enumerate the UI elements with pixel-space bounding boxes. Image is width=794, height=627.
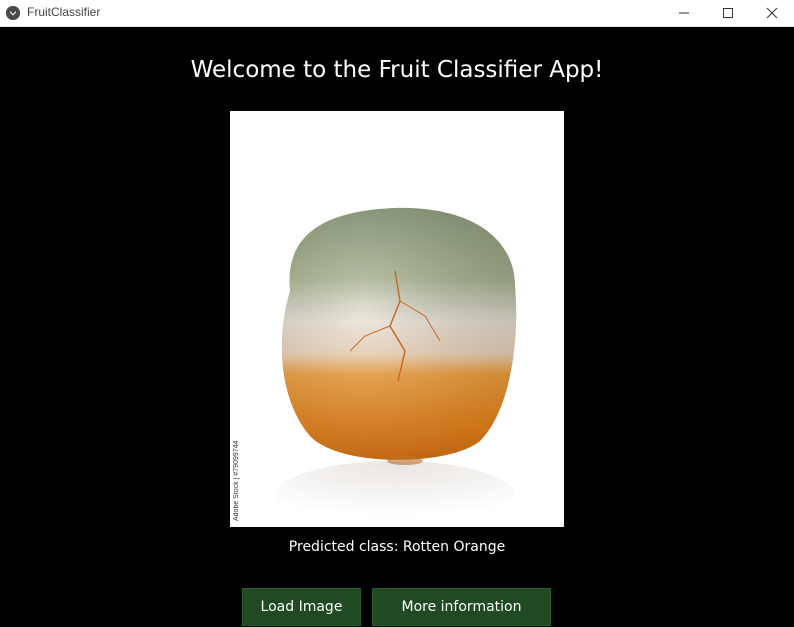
- load-image-button[interactable]: Load Image: [242, 588, 361, 626]
- window-title: FruitClassifier: [27, 5, 101, 19]
- maximize-icon: [723, 8, 733, 18]
- minimize-button[interactable]: [662, 0, 706, 26]
- prediction-label: Predicted class: Rotten Orange: [288, 539, 506, 555]
- app-logo-icon: [6, 6, 20, 20]
- fruit-image: Adobe Stock | #79099744: [230, 111, 564, 527]
- main-content: Welcome to the Fruit Classifier App! Ado…: [0, 27, 794, 627]
- stock-watermark: Adobe Stock | #79099744: [233, 440, 240, 521]
- window-titlebar[interactable]: FruitClassifier: [0, 0, 794, 27]
- maximize-button[interactable]: [706, 0, 750, 26]
- minimize-icon: [679, 12, 689, 14]
- rotten-orange-photo: [230, 111, 564, 527]
- close-icon: [766, 7, 778, 19]
- more-information-button[interactable]: More information: [372, 588, 551, 626]
- close-button[interactable]: [750, 0, 794, 26]
- welcome-heading: Welcome to the Fruit Classifier App!: [190, 57, 604, 83]
